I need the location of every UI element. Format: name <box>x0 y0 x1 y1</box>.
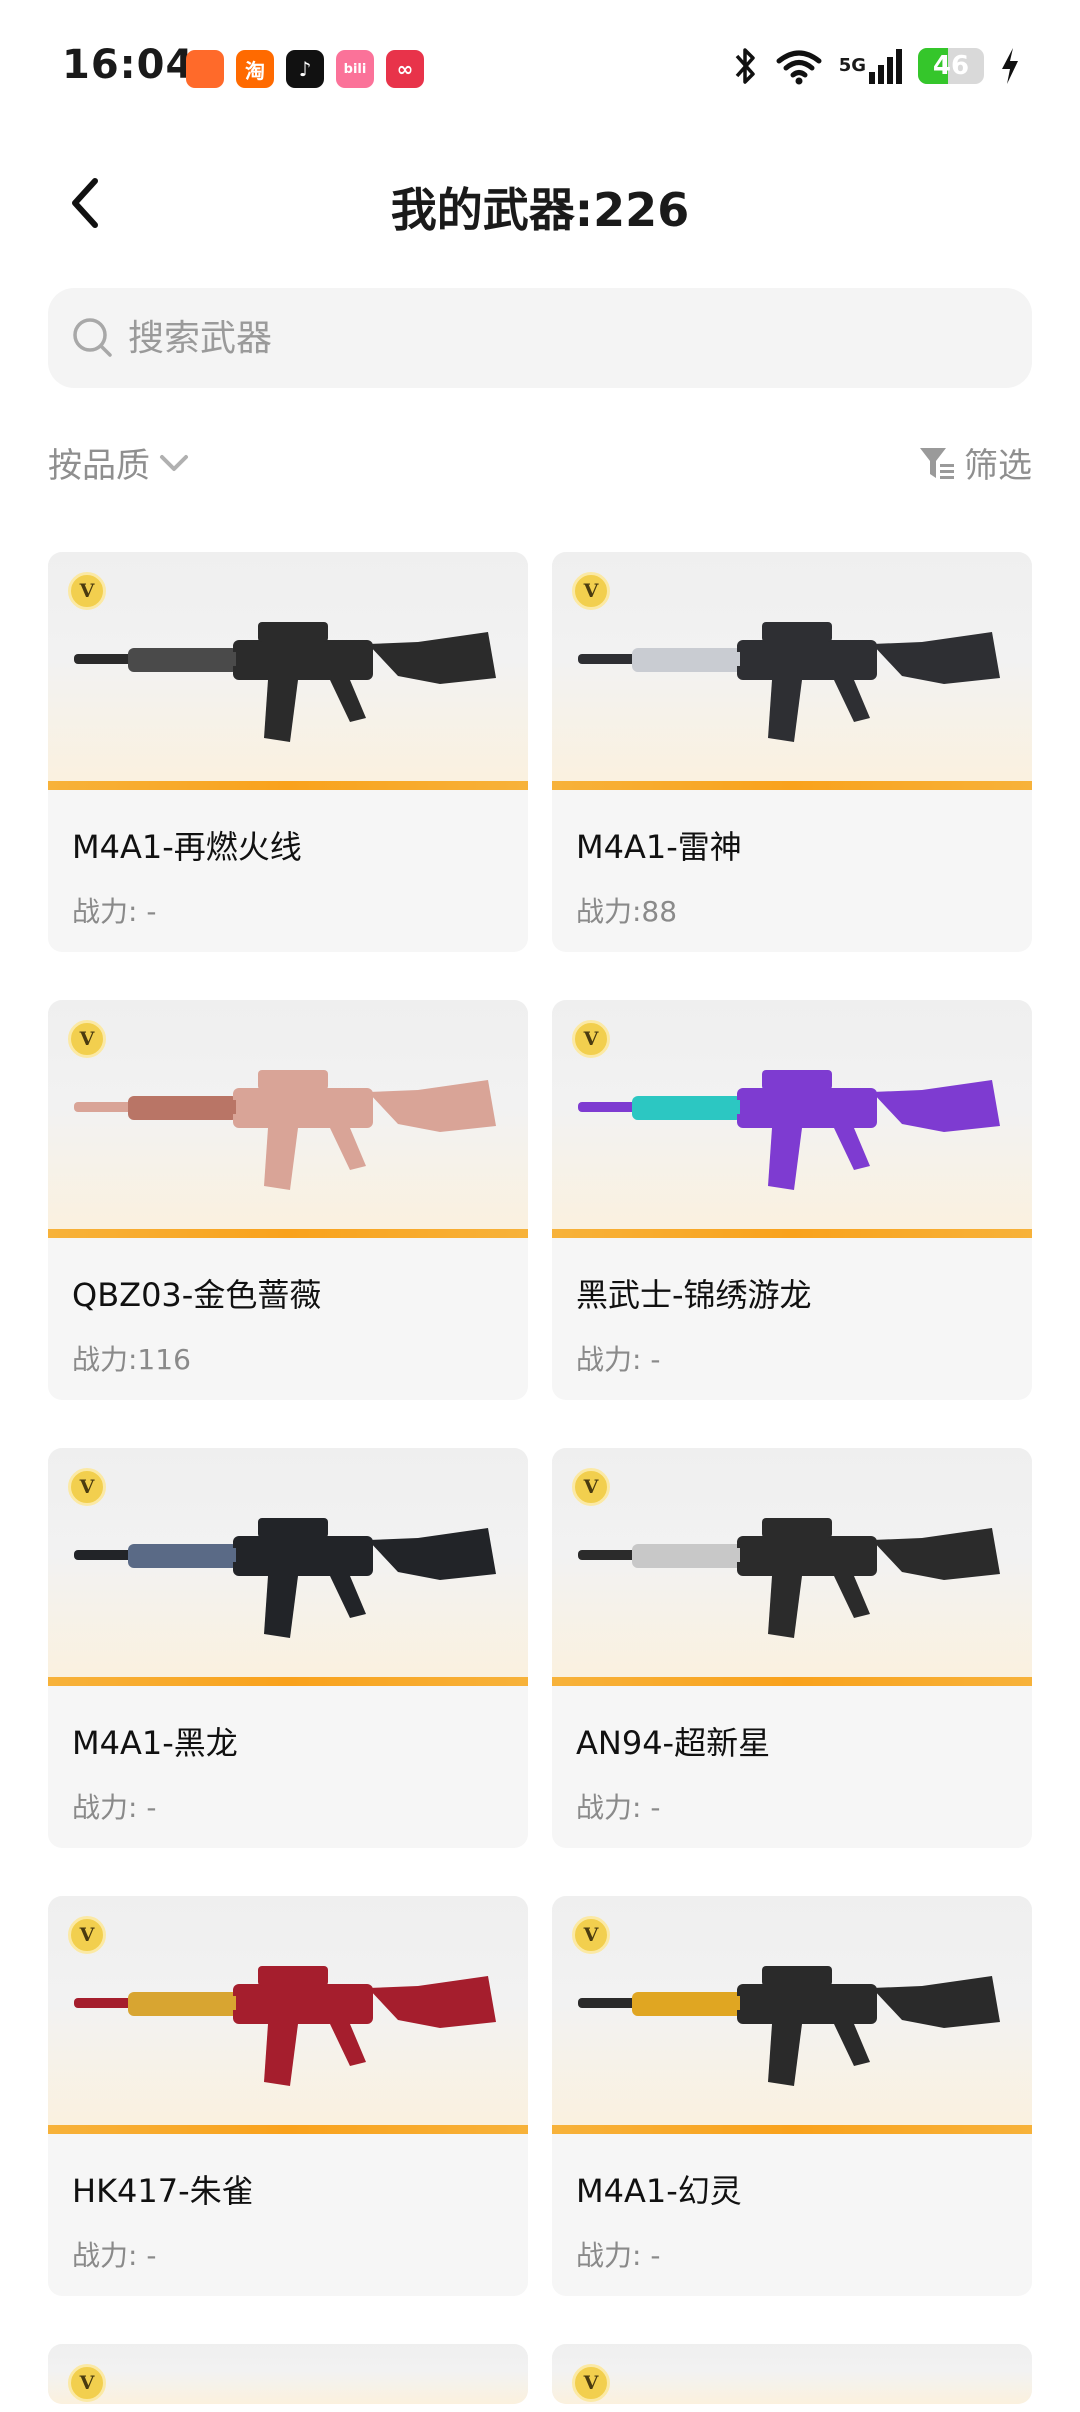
weapon-image-area: V <box>552 1896 1032 2134</box>
battery-icon: 46 <box>918 48 984 84</box>
network-type: 5G <box>838 55 866 76</box>
filter-icon <box>920 447 954 479</box>
douyin-icon: ♪ <box>286 50 324 88</box>
chevron-down-icon <box>160 454 188 471</box>
search-bar[interactable] <box>48 288 1032 388</box>
weapon-name: 黑武士-锦绣游龙 <box>576 1276 812 1314</box>
weapon-name: AN94-超新星 <box>576 1724 771 1762</box>
weapon-image <box>578 622 1000 742</box>
weapon-power: 战力: - <box>576 1791 661 1824</box>
weapon-image <box>578 1518 1000 1638</box>
status-bar: 16:04 淘 ♪ bili ∞ 5G 46 <box>0 0 1080 140</box>
weapon-image-area: V <box>552 1000 1032 1238</box>
weapon-image-area: V <box>48 1896 528 2134</box>
weapon-power: 战力: - <box>576 1343 661 1376</box>
weapon-image <box>74 1070 496 1190</box>
weapon-card[interactable]: V M4A1-再燃火线 战力: - <box>48 552 528 952</box>
bluetooth-icon <box>735 48 755 84</box>
weapon-image <box>578 1070 1000 1190</box>
taobao-icon: 淘 <box>236 50 274 88</box>
status-time: 16:04 <box>62 42 195 88</box>
weapon-image-area: V <box>48 1448 528 1686</box>
filter-label: 筛选 <box>964 446 1032 486</box>
weapon-card[interactable]: V <box>552 2344 1032 2404</box>
weapon-card[interactable]: V QBZ03-金色蔷薇 战力:116 <box>48 1000 528 1400</box>
weapon-power: 战力: - <box>72 1791 157 1824</box>
filter-button[interactable]: 筛选 <box>918 438 1032 487</box>
weapon-image-area: V <box>552 2344 1032 2404</box>
weapon-image <box>74 1966 496 2086</box>
weapon-image <box>74 1518 496 1638</box>
weapon-card[interactable]: V HK417-朱雀 战力: - <box>48 1896 528 2296</box>
weapon-image-area: V <box>552 1448 1032 1686</box>
app-icon-red: ∞ <box>386 50 424 88</box>
search-icon <box>73 318 112 357</box>
battery-level: 46 <box>932 51 970 81</box>
status-indicators: 5G 46 <box>733 46 1020 86</box>
app-icon-orange <box>186 50 224 88</box>
weapon-image-area: V <box>552 552 1032 790</box>
charging-icon <box>1002 48 1018 84</box>
weapon-name: M4A1-雷神 <box>576 828 742 866</box>
weapon-name: HK417-朱雀 <box>72 2172 254 2210</box>
search-input[interactable] <box>128 317 988 359</box>
weapon-image <box>74 622 496 742</box>
page-title: 我的武器:226 <box>390 183 690 237</box>
weapon-name: M4A1-再燃火线 <box>72 828 302 866</box>
weapon-power: 战力: - <box>576 2239 661 2272</box>
weapon-card[interactable]: V M4A1-黑龙 战力: - <box>48 1448 528 1848</box>
weapon-name: QBZ03-金色蔷薇 <box>72 1276 322 1314</box>
sort-by-quality-dropdown[interactable]: 按品质 <box>48 438 192 487</box>
weapon-card[interactable]: V <box>48 2344 528 2404</box>
weapon-image-area: V <box>48 552 528 790</box>
bilibili-icon: bili <box>336 50 374 88</box>
cellular-signal-icon: 5G <box>839 48 902 84</box>
weapon-card[interactable]: V M4A1-幻灵 战力: - <box>552 1896 1032 2296</box>
weapon-power: 战力: - <box>72 2239 157 2272</box>
v-badge-icon: V <box>68 2364 106 2402</box>
weapon-image-area: V <box>48 2344 528 2404</box>
weapon-power: 战力:116 <box>72 1343 191 1376</box>
notification-app-icons: 淘 ♪ bili ∞ <box>186 50 424 88</box>
weapon-name: M4A1-幻灵 <box>576 2172 742 2210</box>
top-navigation: 我的武器:226 <box>0 150 1080 260</box>
weapon-card[interactable]: V M4A1-雷神 战力:88 <box>552 552 1032 952</box>
weapon-card[interactable]: V 黑武士-锦绣游龙 战力: - <box>552 1000 1032 1400</box>
sort-filter-bar: 按品质 筛选 <box>48 432 1032 496</box>
v-badge-icon: V <box>572 2364 610 2402</box>
weapon-card[interactable]: V AN94-超新星 战力: - <box>552 1448 1032 1848</box>
weapon-power: 战力:88 <box>576 895 678 928</box>
weapon-power: 战力: - <box>72 895 157 928</box>
sort-label: 按品质 <box>48 446 150 486</box>
weapon-image <box>578 1966 1000 2086</box>
wifi-icon <box>776 50 822 85</box>
weapon-image-area: V <box>48 1000 528 1238</box>
weapon-name: M4A1-黑龙 <box>72 1724 238 1762</box>
